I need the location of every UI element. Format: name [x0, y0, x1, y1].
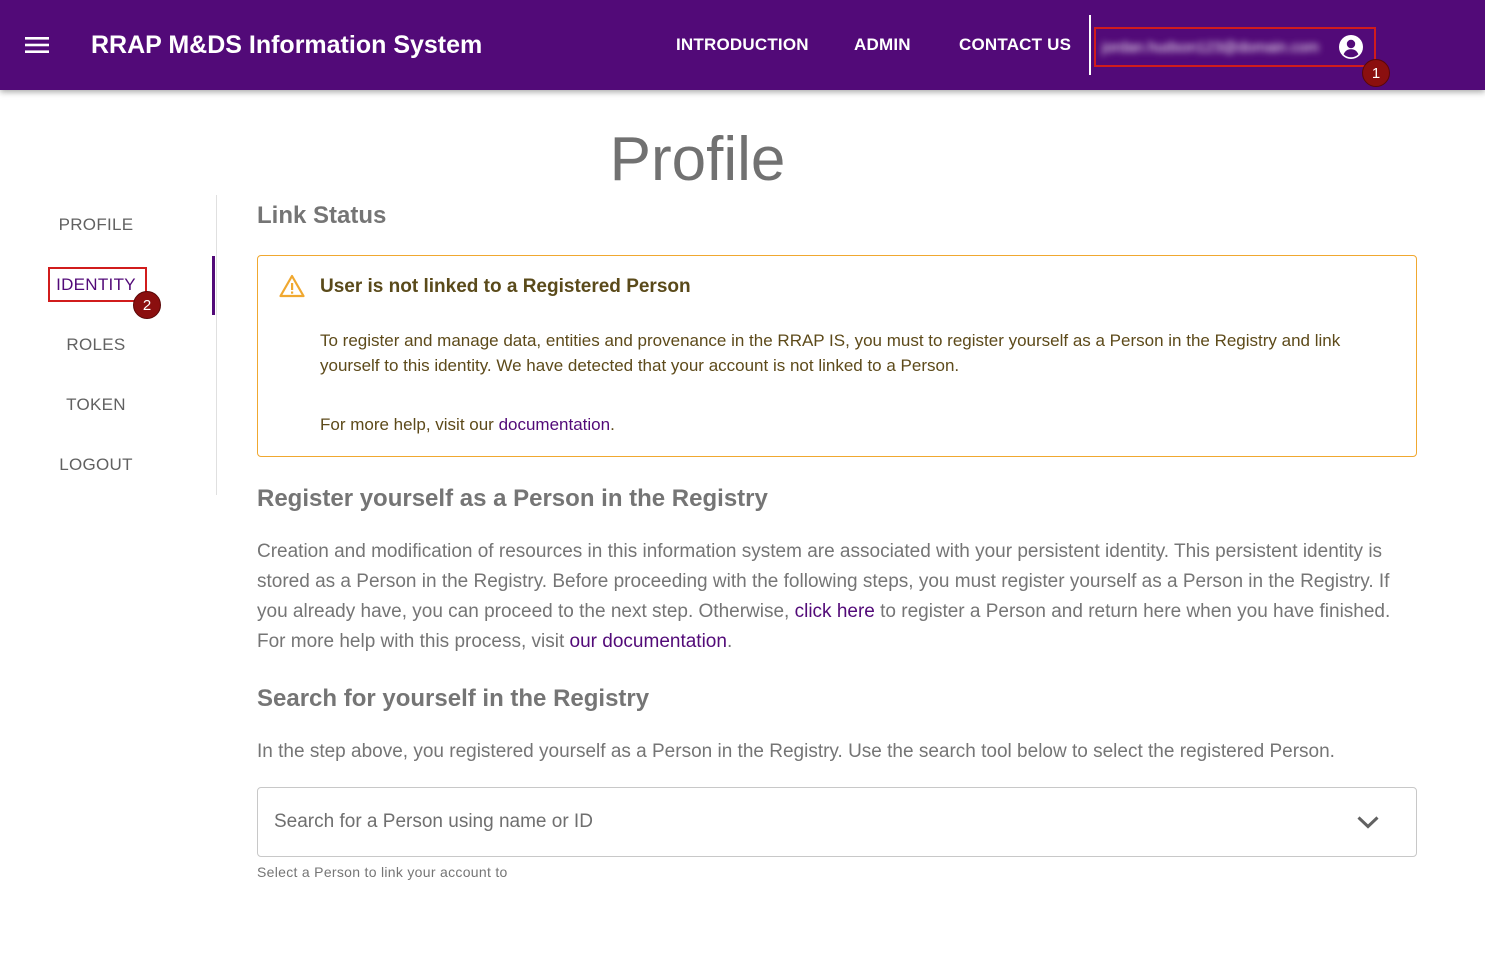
link-status-alert: User is not linked to a Registered Perso… [257, 255, 1417, 457]
alert-title: User is not linked to a Registered Perso… [320, 276, 691, 297]
person-search-helper: Select a Person to link your account to [257, 864, 508, 880]
register-paragraph: Creation and modification of resources i… [257, 541, 1391, 652]
warning-icon [279, 274, 305, 298]
search-paragraph: In the step above, you registered yourse… [257, 741, 1335, 762]
click-here-link[interactable]: click here [795, 601, 875, 622]
sidebar-active-indicator [212, 256, 215, 315]
sidebar-item-logout[interactable]: LOGOUT [0, 455, 192, 475]
menu-button[interactable] [18, 27, 56, 63]
our-documentation-link[interactable]: our documentation [570, 631, 727, 652]
hamburger-menu-icon [25, 37, 49, 53]
app-title: RRAP M&DS Information System [91, 31, 483, 59]
link-status-heading: Link Status [257, 202, 387, 229]
annotation-badge-1: 1 [1362, 59, 1390, 87]
nav-contact-us[interactable]: CONTACT US [959, 35, 1071, 55]
nav-divider [1089, 15, 1091, 75]
person-search-select[interactable]: Search for a Person using name or ID [257, 787, 1417, 857]
annotation-badge-2: 2 [133, 291, 161, 319]
annotation-highlight-identity [48, 267, 147, 302]
register-heading: Register yourself as a Person in the Reg… [257, 485, 768, 512]
sidebar-item-profile[interactable]: PROFILE [0, 215, 192, 235]
user-email: jordan.hudson123@domain.com [1102, 38, 1320, 56]
nav-introduction[interactable]: INTRODUCTION [676, 35, 809, 55]
account-circle-icon [1339, 35, 1363, 59]
nav-admin[interactable]: ADMIN [854, 35, 911, 55]
alert-body: To register and manage data, entities an… [320, 331, 1341, 375]
person-search-placeholder: Search for a Person using name or ID [274, 811, 593, 832]
chevron-down-icon[interactable] [1356, 814, 1380, 830]
search-heading: Search for yourself in the Registry [257, 685, 650, 712]
documentation-link[interactable]: documentation [499, 415, 611, 434]
sidebar-item-roles[interactable]: ROLES [0, 335, 192, 355]
app-bar: RRAP M&DS Information System INTRODUCTIO… [0, 0, 1485, 90]
sidebar-item-token[interactable]: TOKEN [0, 395, 192, 415]
page-title: Profile [609, 125, 786, 194]
user-account-button[interactable]: jordan.hudson123@domain.com [1094, 27, 1376, 67]
alert-help-text: For more help, visit our documentation. [320, 415, 615, 434]
